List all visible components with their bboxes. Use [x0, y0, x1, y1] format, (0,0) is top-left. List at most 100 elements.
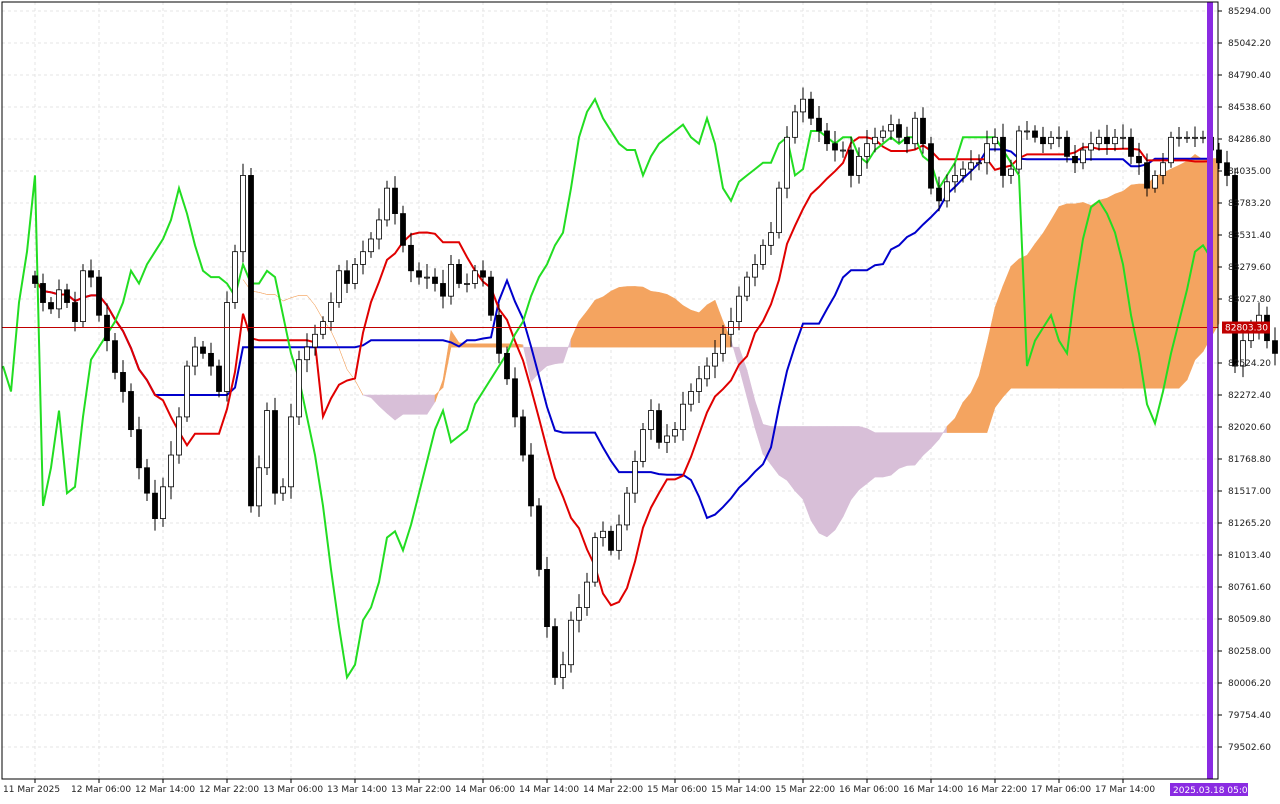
x-tick-label: 13 Mar 22:00 — [391, 785, 451, 795]
candle — [81, 264, 86, 327]
candle-body — [665, 436, 670, 442]
candle-body — [913, 118, 918, 143]
current-time-marker — [1207, 2, 1213, 779]
cloud-segment — [907, 433, 915, 466]
candle-body — [697, 379, 702, 392]
candle-body — [753, 264, 758, 277]
candle-body — [553, 627, 558, 678]
candle-body — [1065, 137, 1070, 156]
candle — [593, 533, 598, 587]
candle — [929, 137, 934, 195]
y-tick-label: 84286.80 — [1228, 135, 1271, 145]
ichimoku-candlestick-chart: 82803.302025.03.18 05:00 85294.0085042.2… — [0, 0, 1280, 800]
candle-body — [801, 99, 806, 112]
candle-body — [841, 150, 846, 151]
cloud-segment — [403, 395, 411, 414]
y-tick-label: 84538.60 — [1228, 103, 1271, 113]
candle-body — [1073, 156, 1078, 162]
candle-body — [33, 276, 38, 284]
candle-body — [81, 271, 86, 322]
candle-body — [113, 341, 118, 373]
candle-body — [537, 506, 542, 570]
candle-body — [465, 283, 470, 284]
cloud-segment — [675, 299, 683, 347]
candle-body — [161, 487, 166, 519]
candle-body — [1001, 137, 1006, 175]
cloud-segment — [859, 426, 867, 489]
candle — [265, 403, 270, 475]
candle-body — [649, 411, 654, 430]
candle-body — [713, 353, 718, 366]
x-tick-label: 15 Mar 22:00 — [775, 785, 835, 795]
candle-body — [289, 417, 294, 487]
y-tick-label: 80258.00 — [1228, 647, 1271, 657]
candle-body — [193, 347, 198, 366]
cloud-segment — [659, 292, 667, 347]
candle-body — [297, 360, 302, 417]
x-tick-label: 12 Mar 14:00 — [135, 785, 195, 795]
candle-body — [409, 245, 414, 270]
candle-body — [217, 366, 222, 391]
current-time-label: 2025.03.18 05:00 — [1173, 786, 1254, 796]
candle-body — [809, 99, 814, 118]
candle-body — [401, 214, 406, 246]
cloud-segment — [875, 433, 883, 477]
candle-body — [1113, 137, 1118, 143]
candle — [1017, 126, 1022, 174]
candle-body — [1057, 137, 1062, 138]
candle-body — [369, 239, 374, 252]
y-tick-label: 83279.60 — [1228, 263, 1271, 273]
y-tick-label: 80006.20 — [1228, 679, 1271, 689]
cloud-segment — [547, 347, 555, 366]
candle-body — [761, 245, 766, 264]
cloud-segment — [819, 426, 827, 537]
cloud-segment — [1011, 259, 1019, 388]
candle — [777, 182, 782, 239]
cloud-segment — [1099, 198, 1107, 388]
candle-body — [745, 277, 750, 296]
cloud-segment — [779, 426, 787, 480]
y-tick-label: 85294.00 — [1228, 7, 1271, 17]
candle — [545, 557, 550, 638]
cloud-segment — [627, 286, 635, 347]
candle-body — [353, 264, 358, 283]
candle-body — [721, 334, 726, 353]
cloud-segment — [1003, 266, 1011, 397]
candle-body — [241, 175, 246, 251]
candle-body — [1137, 156, 1142, 162]
candle-body — [1169, 137, 1174, 162]
cloud-segment — [595, 297, 603, 347]
y-tick-label: 80509.80 — [1228, 615, 1271, 625]
candle-body — [1201, 137, 1206, 138]
candle-body — [49, 303, 54, 309]
candle — [129, 383, 134, 437]
candle-body — [225, 303, 230, 392]
candle-body — [617, 525, 622, 550]
x-tick-label: 12 Mar 22:00 — [199, 785, 259, 795]
candle-body — [569, 620, 574, 664]
candle-body — [145, 468, 150, 493]
cloud-segment — [899, 433, 907, 469]
candle-body — [393, 188, 398, 213]
candle-body — [961, 169, 966, 175]
cloud-segment — [619, 286, 627, 347]
candle-body — [41, 283, 46, 302]
candle — [785, 126, 790, 198]
cloud-segment — [1043, 220, 1051, 388]
cloud-segment — [467, 344, 475, 347]
cloud-segment — [795, 426, 803, 499]
cloud-segment — [1147, 177, 1155, 389]
y-tick-label: 83783.20 — [1228, 199, 1271, 209]
candle-body — [273, 411, 278, 494]
cloud-segment — [1075, 202, 1083, 388]
x-tick-label: 16 Mar 14:00 — [903, 785, 963, 795]
cloud-segment — [699, 305, 707, 347]
cloud-segment — [787, 426, 795, 491]
candle-body — [1153, 175, 1158, 188]
cloud-segment — [643, 287, 651, 347]
candle — [537, 498, 542, 576]
candle — [337, 265, 342, 308]
candle-body — [873, 137, 878, 143]
candle-body — [1193, 137, 1198, 138]
candle-body — [89, 271, 94, 277]
